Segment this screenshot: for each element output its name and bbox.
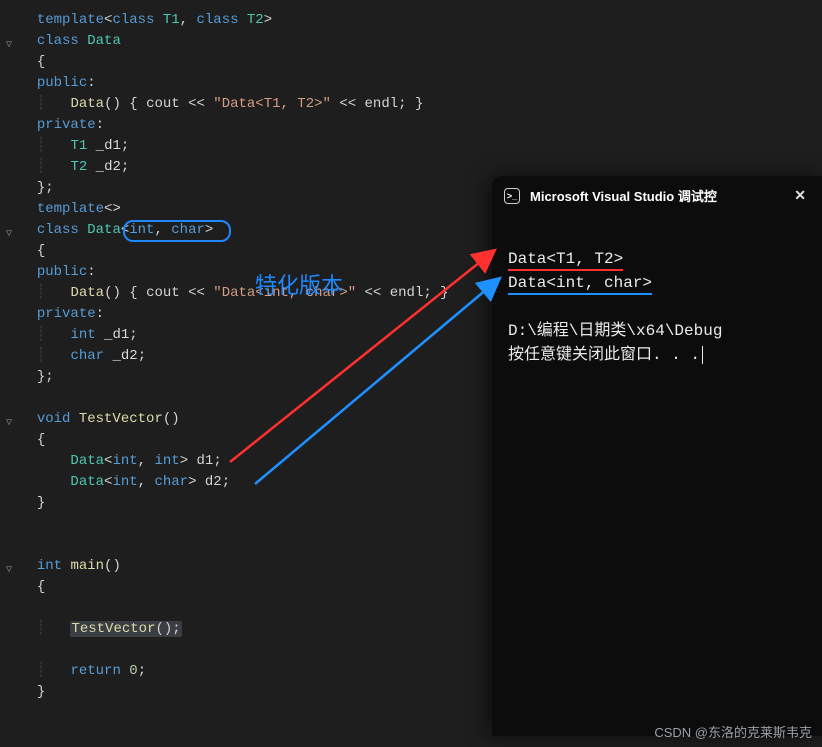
console-title: Microsoft Visual Studio 调试控 bbox=[530, 186, 717, 205]
console-path: D:\编程\日期类\x64\Debug bbox=[508, 322, 722, 340]
terminal-icon: >_ bbox=[504, 188, 520, 204]
debug-console: >_ Microsoft Visual Studio 调试控 ✕ Data<T1… bbox=[492, 176, 822, 736]
close-icon[interactable]: ✕ bbox=[790, 187, 810, 204]
annotation-label: 特化版本 bbox=[255, 268, 343, 300]
console-line-2: Data<int, char> bbox=[508, 274, 652, 295]
console-titlebar[interactable]: >_ Microsoft Visual Studio 调试控 ✕ bbox=[492, 176, 822, 215]
fold-icon[interactable]: ▽ bbox=[6, 224, 12, 245]
annotation-ring bbox=[123, 220, 231, 242]
fold-icon[interactable]: ▽ bbox=[6, 35, 12, 56]
fold-icon[interactable]: ▽ bbox=[6, 560, 12, 581]
console-line-1: Data<T1, T2> bbox=[508, 250, 623, 271]
watermark: CSDN @东洛的克莱斯韦克 bbox=[654, 722, 812, 741]
console-prompt: 按任意键关闭此窗口. . . bbox=[508, 346, 700, 364]
console-output: Data<T1, T2> Data<int, char> D:\编程\日期类\x… bbox=[492, 215, 822, 399]
fold-icon[interactable]: ▽ bbox=[6, 413, 12, 434]
